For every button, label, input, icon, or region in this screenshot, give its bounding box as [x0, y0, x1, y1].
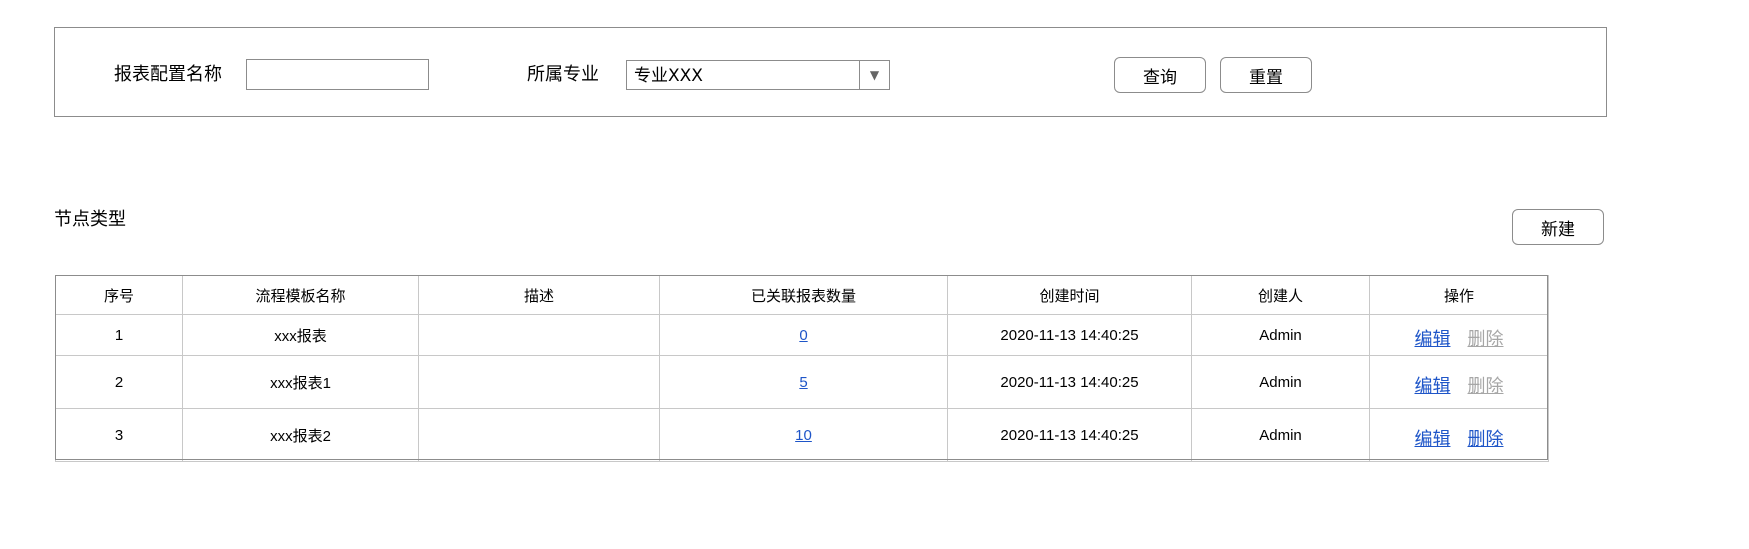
major-select[interactable]: 专业XXX ▼ — [626, 60, 890, 90]
linked-count-link[interactable]: 10 — [795, 427, 812, 444]
cell-created-time: 2020-11-13 14:40:25 — [947, 314, 1192, 356]
report-name-label: 报表配置名称 — [114, 64, 222, 85]
dropdown-arrow-icon[interactable]: ▼ — [859, 61, 889, 89]
cell-index: 2 — [55, 355, 183, 409]
header-created-time: 创建时间 — [947, 275, 1192, 315]
cell-creator: Admin — [1191, 314, 1370, 356]
cell-linked-count: 0 — [659, 314, 948, 356]
reset-button[interactable]: 重置 — [1220, 57, 1312, 93]
cell-created-time: 2020-11-13 14:40:25 — [947, 355, 1192, 409]
cell-actions: 编辑 删除 — [1369, 314, 1549, 356]
table-header-row: 序号 流程模板名称 描述 已关联报表数量 创建时间 创建人 操作 — [55, 275, 1549, 315]
edit-link[interactable]: 编辑 — [1414, 329, 1450, 349]
delete-link-disabled: 删除 — [1467, 376, 1504, 396]
major-select-value: 专业XXX — [634, 66, 703, 86]
header-description: 描述 — [418, 275, 660, 315]
table-row: 2 xxx报表1 5 2020-11-13 14:40:25 Admin 编辑 … — [55, 355, 1549, 409]
cell-template-name: xxx报表1 — [182, 355, 419, 409]
delete-link-disabled: 删除 — [1467, 329, 1504, 349]
cell-creator: Admin — [1191, 355, 1370, 409]
header-actions: 操作 — [1369, 275, 1549, 315]
header-linked-report-count: 已关联报表数量 — [659, 275, 948, 315]
cell-template-name: xxx报表2 — [182, 408, 419, 462]
linked-count-link[interactable]: 5 — [799, 374, 807, 391]
new-button[interactable]: 新建 — [1512, 209, 1604, 245]
cell-index: 1 — [55, 314, 183, 356]
header-template-name: 流程模板名称 — [182, 275, 419, 315]
query-button[interactable]: 查询 — [1114, 57, 1206, 93]
major-label: 所属专业 — [527, 64, 599, 85]
section-title: 节点类型 — [54, 209, 126, 230]
linked-count-link[interactable]: 0 — [799, 327, 807, 344]
table-row: 3 xxx报表2 10 2020-11-13 14:40:25 Admin 编辑… — [55, 408, 1549, 462]
delete-link[interactable]: 删除 — [1468, 429, 1504, 449]
cell-created-time: 2020-11-13 14:40:25 — [947, 408, 1192, 462]
cell-description — [418, 314, 660, 356]
cell-linked-count: 10 — [659, 408, 948, 462]
cell-linked-count: 5 — [659, 355, 948, 409]
cell-actions: 编辑 删除 — [1369, 355, 1549, 409]
cell-description — [418, 355, 660, 409]
report-name-input[interactable] — [246, 59, 429, 90]
header-creator: 创建人 — [1191, 275, 1370, 315]
cell-template-name: xxx报表 — [182, 314, 419, 356]
cell-index: 3 — [55, 408, 183, 462]
table-row: 1 xxx报表 0 2020-11-13 14:40:25 Admin 编辑 删… — [55, 314, 1549, 356]
edit-link[interactable]: 编辑 — [1414, 376, 1450, 396]
cell-actions: 编辑 删除 — [1369, 408, 1549, 462]
header-index: 序号 — [55, 275, 183, 315]
edit-link[interactable]: 编辑 — [1414, 429, 1450, 449]
node-type-table: 序号 流程模板名称 描述 已关联报表数量 创建时间 创建人 操作 1 xxx报表… — [55, 275, 1549, 462]
cell-creator: Admin — [1191, 408, 1370, 462]
cell-description — [418, 408, 660, 462]
